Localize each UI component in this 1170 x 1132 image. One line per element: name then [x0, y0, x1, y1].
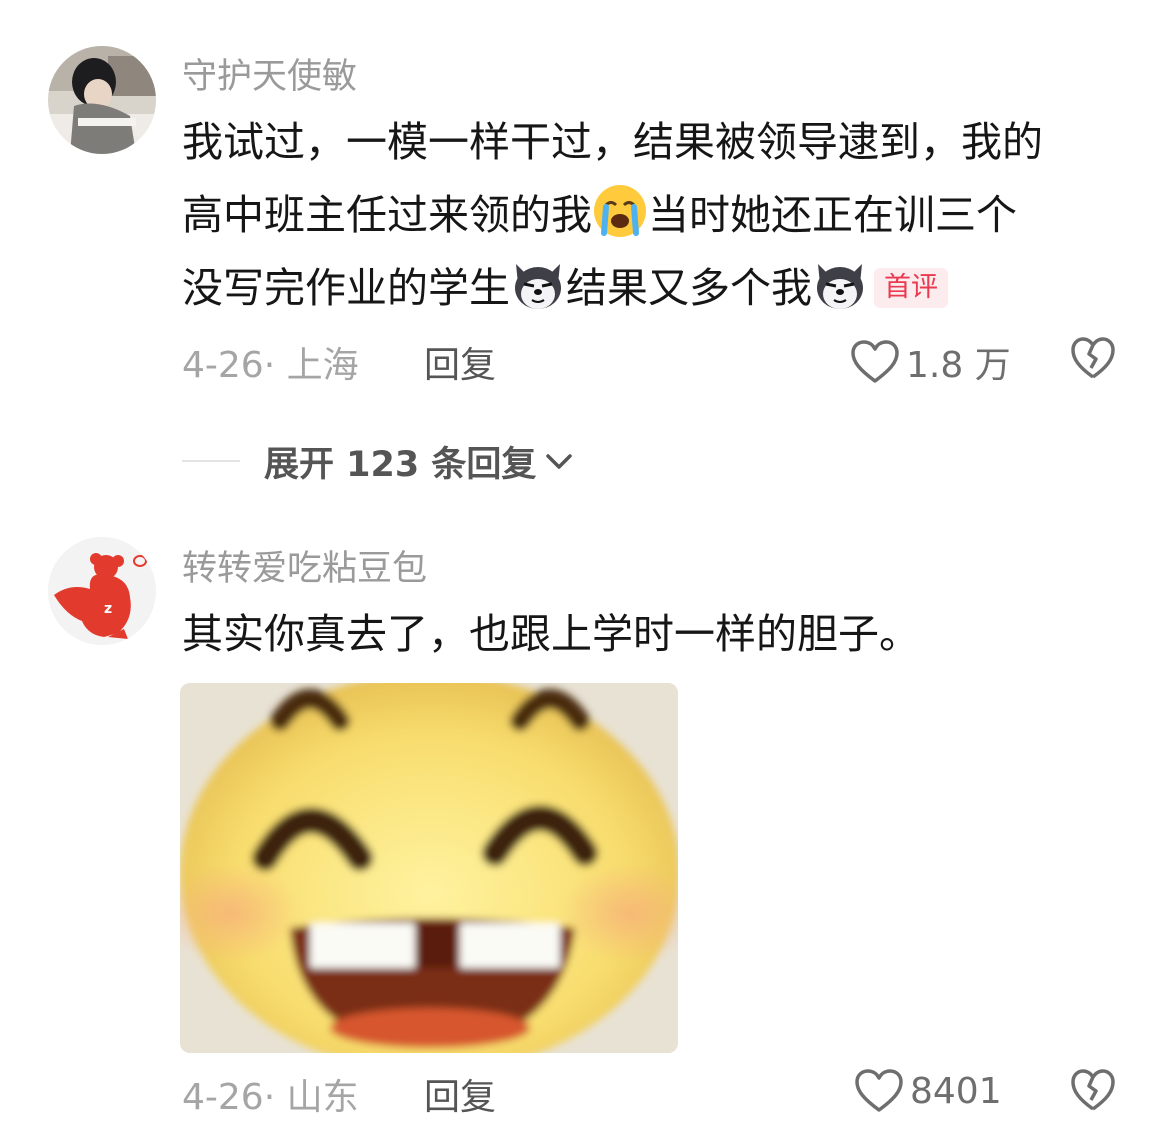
comment-meta: 4-26· 上海 回复 1.8 万 — [182, 336, 1142, 386]
svg-text:z: z — [104, 601, 112, 617]
like-button[interactable]: 8401 — [854, 1068, 1002, 1114]
comment-meta: 4-26· 山东 回复 8401 — [182, 1068, 1142, 1118]
avatar[interactable] — [48, 46, 156, 154]
expand-replies-button[interactable]: 展开 123 条回复 — [182, 436, 576, 486]
comment-text: 其实你真去了，也跟上学时一样的胆子。 — [182, 610, 920, 658]
broken-heart-icon — [1071, 1069, 1115, 1111]
comment-text-segment: 没写完作业的学生 — [182, 264, 510, 312]
username[interactable]: 转转爱吃粘豆包 — [182, 540, 427, 591]
date-location: 4-26· 上海 — [182, 345, 359, 386]
reply-button[interactable]: 回复 — [424, 336, 496, 388]
crying-emoji-icon — [592, 183, 648, 239]
heart-icon — [851, 340, 899, 383]
comment-line: 没写完作业的学生 结果又多个我 首评 — [182, 252, 1122, 325]
avatar[interactable]: z — [48, 537, 156, 645]
date-location: 4-26· 山东 — [182, 1077, 359, 1118]
husky-emoji-icon — [812, 256, 868, 312]
husky-emoji-icon — [510, 256, 566, 312]
comment-line: 我试过，一模一样干过，结果被领导逮到，我的 — [182, 118, 1043, 166]
dislike-button[interactable] — [1070, 336, 1116, 391]
heart-icon — [855, 1069, 903, 1112]
comment-text-segment: 高中班主任过来领的我 — [182, 191, 592, 239]
laughing-emoji-sticker-image[interactable] — [180, 683, 678, 1053]
like-count: 8401 — [910, 1070, 1002, 1112]
expand-replies-label: 展开 123 条回复 — [264, 444, 537, 485]
divider — [182, 460, 240, 462]
broken-heart-icon — [1071, 337, 1115, 379]
chevron-down-icon — [546, 454, 573, 469]
comment-text-segment: 结果又多个我 — [566, 264, 812, 312]
like-count: 1.8 万 — [906, 345, 1011, 386]
comment-text: 我试过，一模一样干过，结果被领导逮到，我的 高中班主任过来领的我 当时她还正在训… — [182, 106, 1122, 325]
comment-line: 高中班主任过来领的我 当时她还正在训三个 — [182, 179, 1122, 252]
comment-text-segment: 当时她还正在训三个 — [648, 191, 1017, 239]
dislike-button[interactable] — [1070, 1068, 1116, 1123]
first-comment-badge: 首评 — [874, 268, 948, 308]
username[interactable]: 守护天使敏 — [182, 48, 357, 99]
reply-button[interactable]: 回复 — [424, 1068, 496, 1120]
like-button[interactable]: 1.8 万 — [850, 336, 1011, 388]
